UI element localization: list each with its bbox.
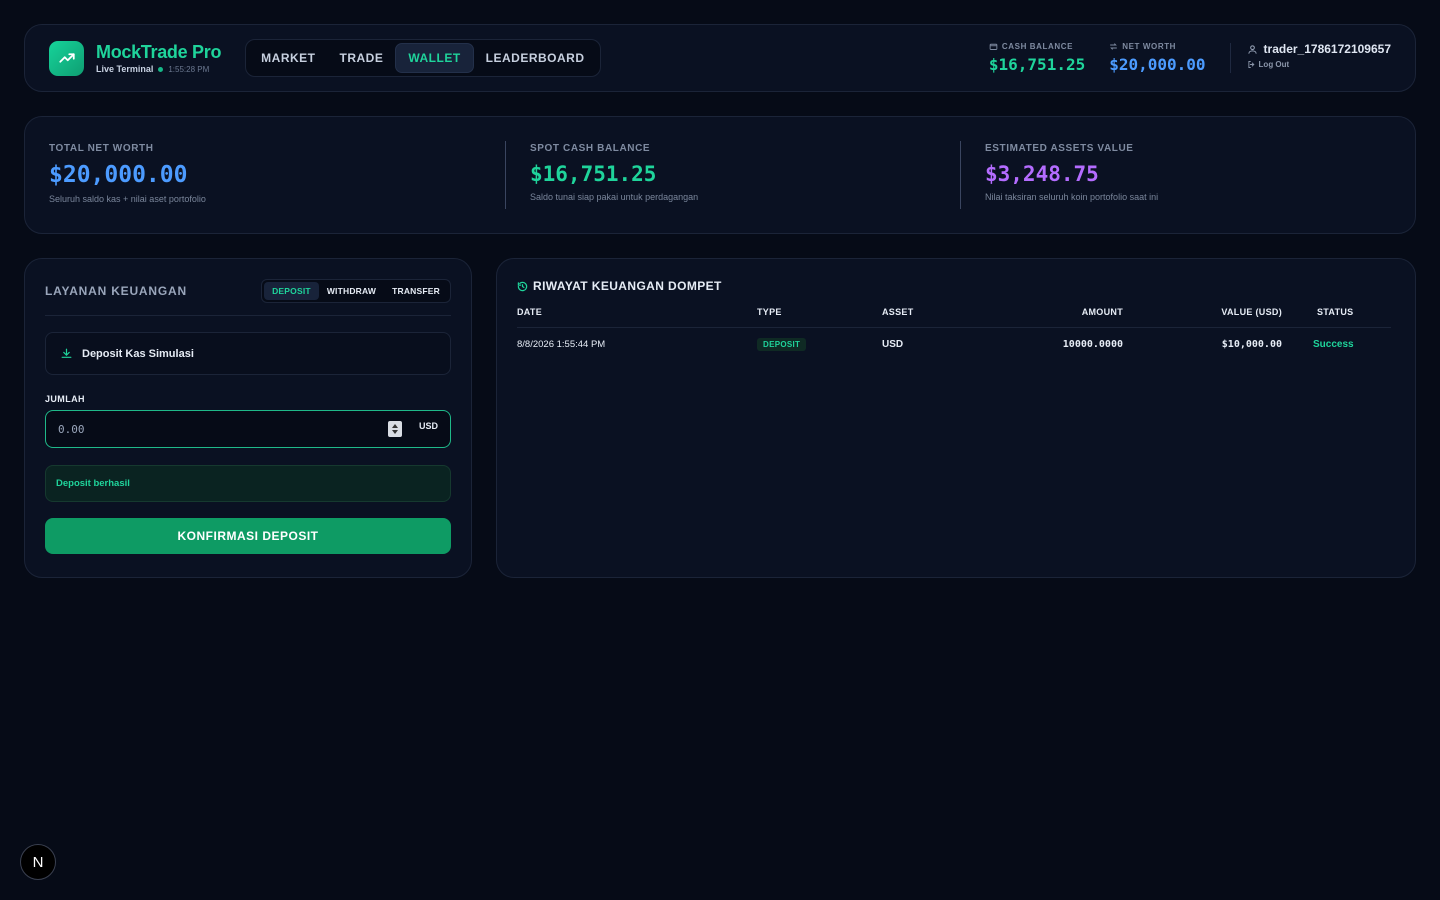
tab-deposit[interactable]: DEPOSIT [264,282,319,300]
history-title: RIWAYAT KEUANGAN DOMPET [533,279,722,293]
net-worth-stat: NET WORTH $20,000.00 [1109,42,1205,74]
portfolio-summary: TOTAL NET WORTH $20,000.00 Seluruh saldo… [24,116,1416,234]
estimated-assets-desc: Nilai taksiran seluruh koin portofolio s… [985,192,1159,202]
spinner-up-icon[interactable] [392,424,398,428]
brand: MockTrade Pro Live Terminal 1:55:28 PM [96,42,221,74]
username: trader_1786172109657 [1263,42,1391,56]
main-nav: MARKET TRADE WALLET LEADERBOARD [245,39,601,77]
nav-trade[interactable]: TRADE [327,43,395,73]
wallet-history-panel: RIWAYAT KEUANGAN DOMPET DATE TYPE ASSET … [496,258,1416,578]
spot-cash-desc: Saldo tunai siap pakai untuk perdagangan [530,192,699,202]
finance-panel-title: LAYANAN KEUANGAN [45,284,187,298]
net-worth-label: NET WORTH [1122,42,1177,51]
number-spinner[interactable] [388,421,402,437]
spot-cash-balance: SPOT CASH BALANCE $16,751.25 Saldo tunai… [530,143,698,202]
estimated-assets-label: ESTIMATED ASSETS VALUE [985,143,1134,154]
header-stats: CASH BALANCE $16,751.25 NET WORTH $20,00… [965,42,1391,74]
spinner-down-icon[interactable] [392,430,398,434]
estimated-assets-value: $3,248.75 [985,162,1099,186]
total-net-worth-label: TOTAL NET WORTH [49,143,154,154]
currency-label: USD [418,421,438,431]
nav-market[interactable]: MARKET [249,43,327,73]
col-status: STATUS [1282,307,1391,328]
row-amount: 10000.0000 [1062,339,1123,350]
row-asset: USD [882,339,904,350]
history-title-row: RIWAYAT KEUANGAN DOMPET [517,279,1391,293]
table-row: 8/8/2026 1:55:44 PM DEPOSIT USD 10000.00… [517,328,1391,362]
confirm-deposit-button[interactable]: KONFIRMASI DEPOSIT [45,518,451,554]
cash-balance-stat: CASH BALANCE $16,751.25 [989,42,1085,74]
header-divider [1229,43,1231,73]
success-message: Deposit berhasil [45,465,451,502]
net-worth-value: $20,000.00 [1109,55,1206,74]
table-header-row: DATE TYPE ASSET AMOUNT VALUE (USD) STATU… [517,307,1391,328]
row-date: 8/8/2026 1:55:44 PM [517,339,606,350]
wallet-icon [989,43,998,50]
estimated-assets: ESTIMATED ASSETS VALUE $3,248.75 Nilai t… [985,143,1158,202]
amount-label: JUMLAH [45,394,85,404]
finance-services-panel: LAYANAN KEUANGAN DEPOSIT WITHDRAW TRANSF… [24,258,472,578]
row-status: Success [1313,339,1354,350]
total-net-worth: TOTAL NET WORTH $20,000.00 Seluruh saldo… [49,143,206,204]
tab-withdraw[interactable]: WITHDRAW [319,282,384,300]
col-date: DATE [517,307,757,328]
download-icon [61,348,72,358]
col-value: VALUE (USD) [1123,307,1282,328]
cash-balance-label: CASH BALANCE [1001,42,1074,51]
amount-field-wrapper: USD [45,410,451,448]
col-amount: AMOUNT [992,307,1123,328]
nav-leaderboard[interactable]: LEADERBOARD [474,43,597,73]
user-block: trader_1786172109657 Log Out [1247,42,1391,69]
row-value: $10,000.00 [1221,339,1282,350]
history-icon [517,281,528,291]
col-asset: ASSET [882,307,992,328]
logout-icon [1247,61,1254,68]
top-header: MockTrade Pro Live Terminal 1:55:28 PM M… [24,24,1416,92]
summary-divider [505,141,506,209]
col-type: TYPE [757,307,882,328]
live-terminal-label: Live Terminal [96,64,154,74]
deposit-mode-label: Deposit Kas Simulasi [82,347,194,360]
summary-divider [960,141,961,209]
finance-tabs: DEPOSIT WITHDRAW TRANSFER [261,279,451,303]
total-net-worth-value: $20,000.00 [49,162,188,188]
nav-wallet[interactable]: WALLET [395,43,474,73]
tab-transfer[interactable]: TRANSFER [384,282,448,300]
user-icon [1247,44,1257,54]
spot-cash-value: $16,751.25 [530,162,657,186]
type-badge: DEPOSIT [757,338,807,351]
deposit-mode-box: Deposit Kas Simulasi [45,332,451,375]
logout-label: Log Out [1258,60,1290,69]
live-dot-icon [158,66,164,72]
logo-trend-icon[interactable] [49,40,84,76]
brand-subtitle: Live Terminal 1:55:28 PM [96,64,221,74]
brand-title: MockTrade Pro [96,42,222,62]
history-table: DATE TYPE ASSET AMOUNT VALUE (USD) STATU… [517,307,1391,361]
logout-link[interactable]: Log Out [1247,60,1391,69]
swap-arrows-icon [1110,43,1118,50]
finance-panel-header: LAYANAN KEUANGAN DEPOSIT WITHDRAW TRANSF… [45,279,451,316]
spot-cash-label: SPOT CASH BALANCE [530,143,651,154]
cash-balance-value: $16,751.25 [988,55,1086,74]
amount-input[interactable] [58,422,388,436]
framework-badge[interactable]: N [20,844,56,880]
clock-time: 1:55:28 PM [168,64,210,74]
total-net-worth-desc: Seluruh saldo kas + nilai aset portofoli… [49,194,206,204]
